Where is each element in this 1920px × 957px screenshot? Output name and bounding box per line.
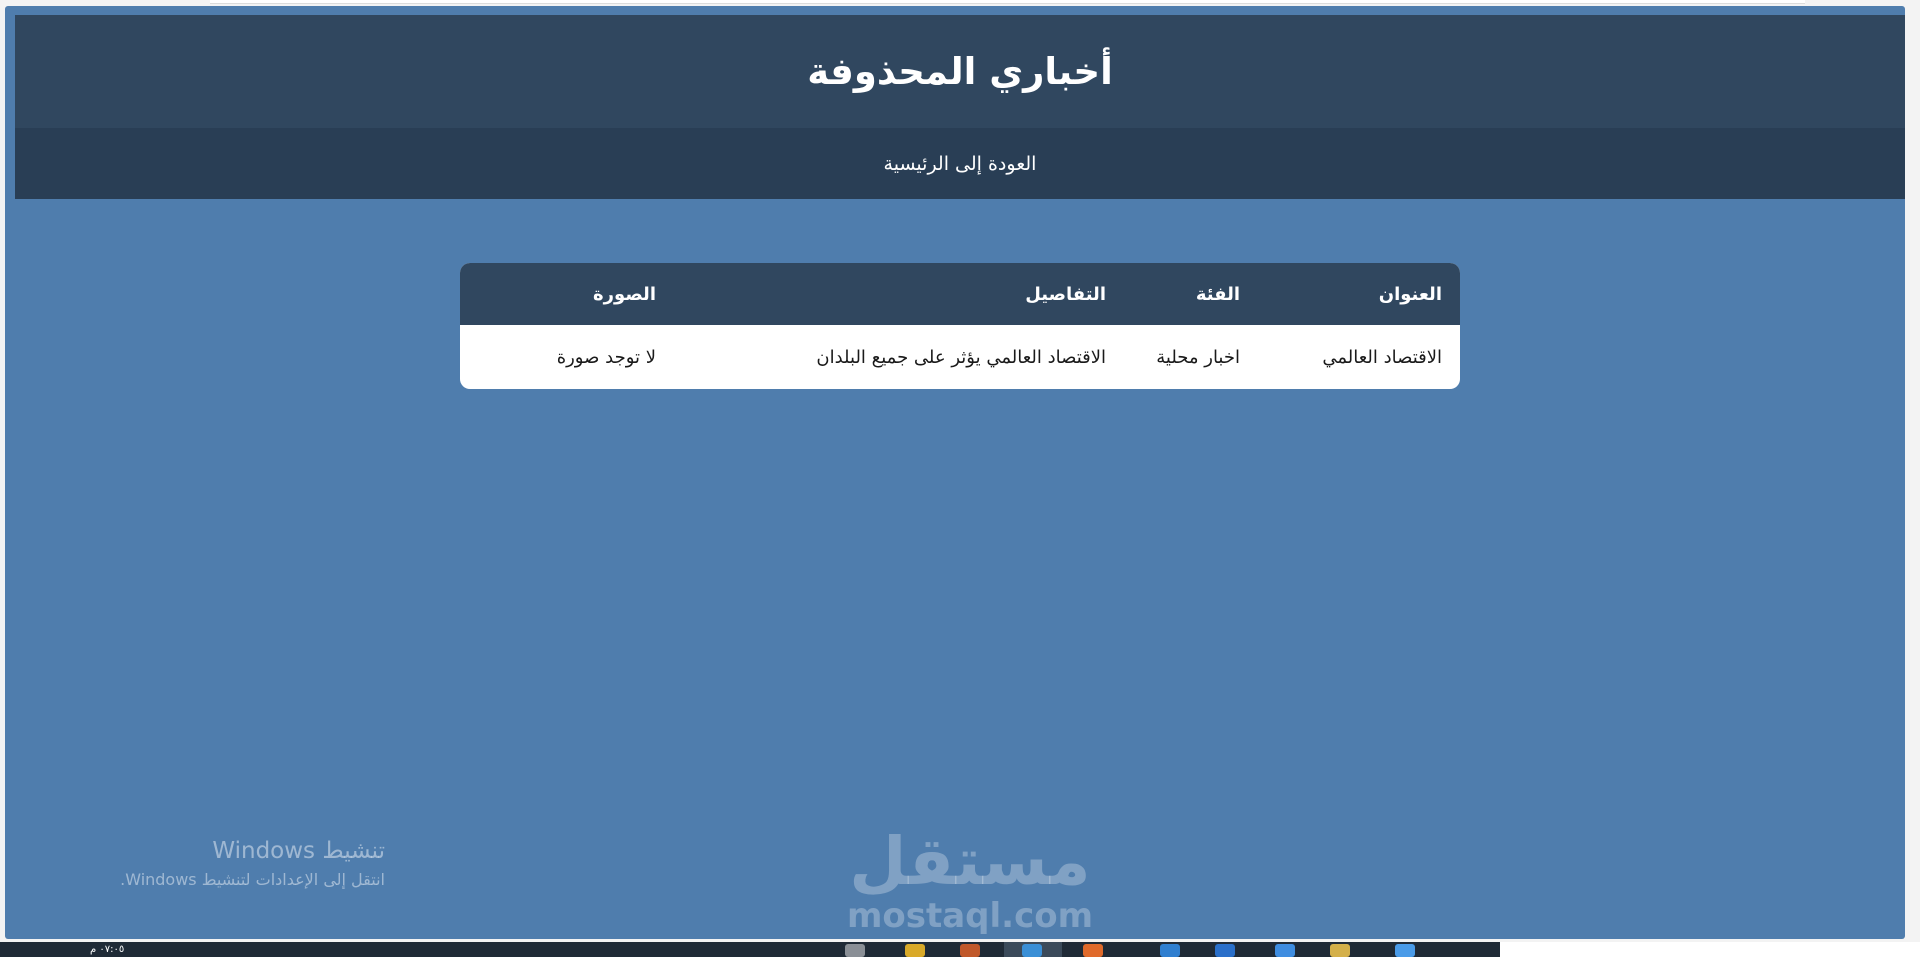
logo-arabic-text: مستقل — [849, 823, 1091, 900]
page-content: أخباري المحذوفة العودة إلى الرئيسية العن… — [5, 6, 1905, 939]
browser-window: أخباري المحذوفة العودة إلى الرئيسية العن… — [0, 0, 1920, 957]
taskbar-clock: ٠٧:٠٥ م — [90, 944, 125, 955]
taskbar-app-icon[interactable] — [960, 944, 980, 957]
taskbar-app-icon[interactable] — [1160, 944, 1180, 957]
windows-taskbar: ٠٧:٠٥ م — [0, 942, 1500, 957]
taskbar-app-icon[interactable] — [905, 944, 925, 957]
watermark-title: تنشيط Windows — [212, 838, 385, 864]
mostaql-logo: مستقل mostaql.com — [835, 826, 1105, 938]
back-home-link[interactable]: العودة إلى الرئيسية — [884, 153, 1037, 175]
column-header-details: التفاصيل — [674, 263, 1124, 325]
taskbar-app-icon[interactable] — [1330, 944, 1350, 957]
column-header-title: العنوان — [1258, 263, 1460, 325]
page-title: أخباري المحذوفة — [807, 50, 1113, 93]
cell-category: اخبار محلية — [1156, 346, 1240, 368]
deleted-news-table-card: العنوان الفئة التفاصيل الصورة الاقتصاد ا… — [460, 263, 1460, 389]
cell-details: الاقتصاد العالمي يؤثر على جميع البلدان — [816, 346, 1106, 368]
taskbar-app-icon[interactable] — [845, 944, 865, 957]
browser-icon[interactable] — [1022, 944, 1042, 957]
table-row: الاقتصاد العالمي اخبار محلية الاقتصاد ال… — [460, 325, 1460, 389]
browser-top-strip — [210, 0, 1805, 4]
cell-image: لا توجد صورة — [556, 346, 656, 368]
logo-latin-text: mostaql.com — [846, 896, 1094, 936]
taskbar-app-icon[interactable] — [1395, 944, 1415, 957]
watermark-subtitle: انتقل إلى الإعدادات لتنشيط Windows. — [120, 870, 385, 889]
column-header-category: الفئة — [1124, 263, 1258, 325]
taskbar-tray-area — [1500, 942, 1920, 957]
taskbar-app-icon[interactable] — [1215, 944, 1235, 957]
cell-title: الاقتصاد العالمي — [1322, 346, 1442, 368]
table-header-row: العنوان الفئة التفاصيل الصورة — [460, 263, 1460, 325]
site-nav: العودة إلى الرئيسية — [15, 128, 1905, 199]
taskbar-app-icon[interactable] — [1275, 944, 1295, 957]
deleted-news-table: العنوان الفئة التفاصيل الصورة الاقتصاد ا… — [460, 263, 1460, 389]
windows-activation-watermark: تنشيط Windows انتقل إلى الإعدادات لتنشيط… — [85, 838, 385, 889]
column-header-image: الصورة — [460, 263, 674, 325]
taskbar-app-icon[interactable] — [1083, 944, 1103, 957]
site-header: أخباري المحذوفة — [15, 15, 1905, 128]
